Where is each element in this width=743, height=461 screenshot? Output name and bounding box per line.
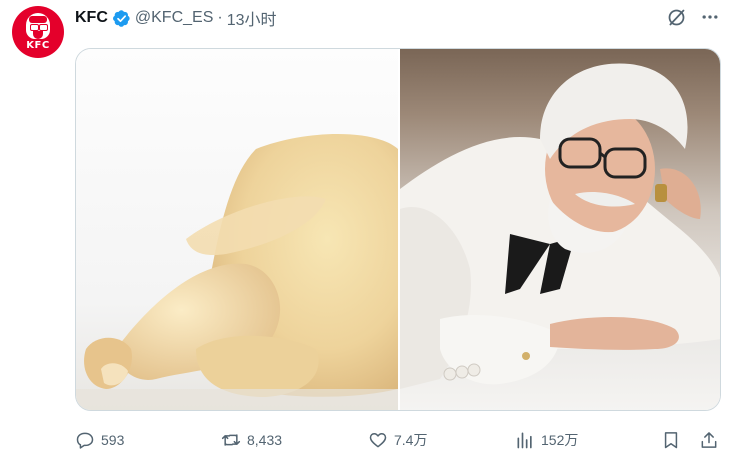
glasses-left-shape bbox=[30, 24, 39, 31]
glasses-right-shape bbox=[39, 24, 48, 31]
like-count: 7.4万 bbox=[394, 432, 428, 448]
raw-chicken-photo[interactable] bbox=[76, 49, 398, 410]
reply-count: 593 bbox=[101, 432, 125, 448]
colonel-hair-shape bbox=[29, 16, 47, 23]
retweet-icon bbox=[221, 434, 241, 446]
timestamp[interactable]: 13小时 bbox=[227, 6, 277, 30]
bookmark-button[interactable] bbox=[661, 427, 681, 453]
tweet-media[interactable] bbox=[75, 48, 721, 411]
grok-icon[interactable] bbox=[665, 6, 687, 28]
like-icon bbox=[369, 433, 387, 448]
more-icon[interactable] bbox=[699, 6, 721, 28]
bookmark-icon bbox=[664, 432, 678, 449]
user-handle[interactable]: @KFC_ES bbox=[135, 9, 213, 27]
raw-chicken-illustration bbox=[76, 134, 398, 410]
share-icon bbox=[701, 432, 717, 448]
avatar[interactable]: KFC bbox=[12, 6, 64, 58]
separator-dot: · bbox=[217, 9, 223, 26]
like-button[interactable]: 7.4万 bbox=[368, 427, 427, 453]
colonel-sanders-illustration bbox=[400, 63, 720, 410]
share-button[interactable] bbox=[699, 427, 719, 453]
display-name[interactable]: KFC bbox=[75, 9, 108, 27]
tweet-header: KFC @KFC_ES · 13小时 bbox=[75, 7, 277, 29]
views-icon bbox=[517, 432, 532, 449]
views-count: 152万 bbox=[541, 432, 579, 448]
verified-badge-icon[interactable] bbox=[112, 9, 131, 28]
kfc-logo: KFC bbox=[21, 13, 55, 51]
retweet-count: 8,433 bbox=[247, 432, 283, 448]
avatar-logo-text: KFC bbox=[26, 40, 50, 51]
colonel-sanders-photo[interactable] bbox=[400, 49, 720, 410]
reply-icon bbox=[76, 432, 94, 449]
reply-button[interactable]: 593 bbox=[75, 427, 124, 453]
retweet-button[interactable]: 8,433 bbox=[221, 427, 282, 453]
tweet-actions: 593 8,433 7.4万 152万 bbox=[75, 427, 725, 453]
views-button[interactable]: 152万 bbox=[515, 427, 578, 453]
